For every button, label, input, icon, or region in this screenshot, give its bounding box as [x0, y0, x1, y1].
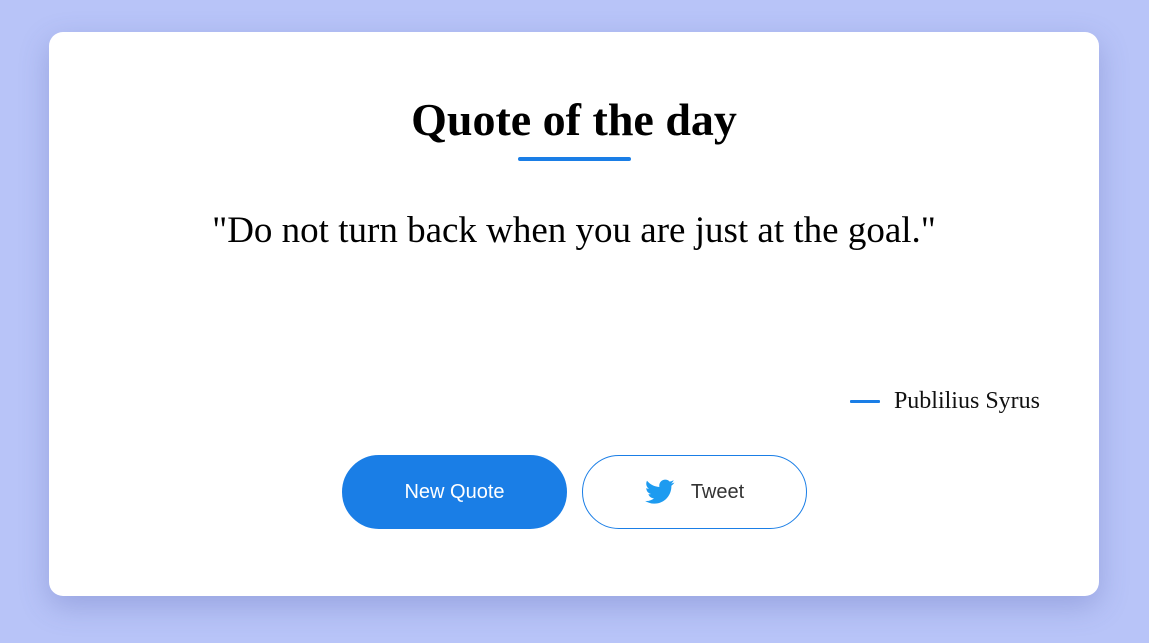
new-quote-button[interactable]: New Quote [342, 455, 567, 529]
twitter-bird-icon [644, 479, 675, 505]
new-quote-label: New Quote [404, 480, 505, 503]
author-name: Publilius Syrus [893, 388, 1040, 414]
page-title: Quote of the day [411, 94, 737, 145]
quote-card: Quote of the day "Do not turn back when … [49, 32, 1099, 596]
tweet-button[interactable]: Tweet [582, 455, 807, 529]
title-underline [518, 157, 631, 161]
quote-text: "Do not turn back when you are just at t… [212, 210, 936, 251]
author-dash [849, 399, 880, 403]
tweet-label: Tweet [690, 480, 745, 503]
quote-author: Publilius Syrus [849, 386, 1040, 416]
